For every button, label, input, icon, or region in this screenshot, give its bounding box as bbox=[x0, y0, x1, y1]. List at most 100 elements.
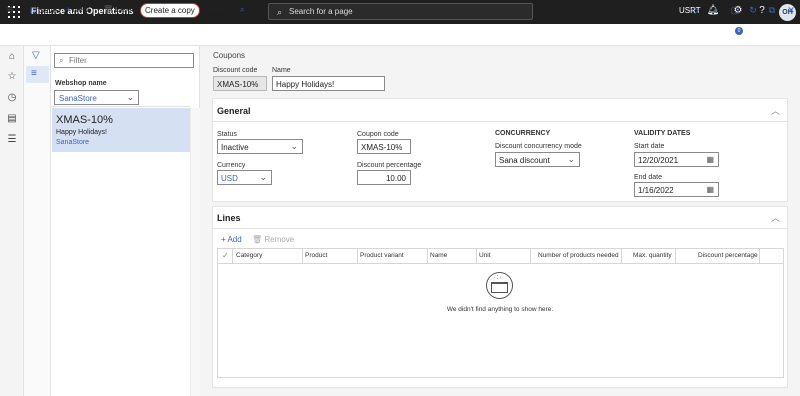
remove-label: Remove bbox=[264, 235, 295, 244]
divider bbox=[212, 228, 788, 229]
column-separator bbox=[302, 249, 303, 264]
office-icon[interactable]: ◐ bbox=[710, 5, 722, 15]
calendar-icon[interactable]: ▦ bbox=[706, 155, 714, 164]
search-box[interactable]: ⌕ Search for a page bbox=[268, 3, 533, 20]
currency-value: USD bbox=[221, 174, 238, 183]
lines-header[interactable]: Lines bbox=[217, 213, 241, 223]
column-separator bbox=[759, 249, 760, 264]
empty-box-icon bbox=[491, 282, 508, 293]
column-header[interactable]: Max. quantity bbox=[633, 252, 672, 259]
workspace-icon[interactable]: ▤ bbox=[5, 113, 19, 124]
column-separator bbox=[621, 249, 622, 264]
close-icon[interactable]: ✕ bbox=[785, 5, 797, 16]
discount-percentage-label: Discount percentage bbox=[357, 162, 422, 169]
currency-select[interactable]: USD ⌄ bbox=[217, 170, 272, 185]
coupon-code-field[interactable]: XMAS-10% bbox=[357, 139, 411, 154]
column-separator bbox=[427, 249, 428, 264]
column-header[interactable]: Category bbox=[236, 252, 262, 259]
list-item-code: XMAS-10% bbox=[56, 114, 113, 126]
status-label: Status bbox=[217, 131, 237, 138]
discount-percentage-field[interactable]: 10.00 bbox=[357, 170, 411, 185]
attachment-count-badge: 0 bbox=[735, 27, 743, 35]
concurrency-mode-label: Discount concurrency mode bbox=[495, 143, 582, 150]
filter-icon[interactable]: ▽ bbox=[32, 50, 40, 61]
search-icon[interactable]: ⌕ bbox=[240, 5, 244, 15]
plus-icon: + bbox=[66, 5, 71, 14]
list-scrollbar[interactable] bbox=[190, 108, 200, 396]
column-header[interactable]: Name bbox=[430, 252, 447, 259]
concurrency-mode-select[interactable]: Sana discount ⌄ bbox=[495, 152, 580, 167]
hamburger-icon[interactable]: ≡ bbox=[7, 4, 13, 16]
webshop-value: SanaStore bbox=[59, 94, 97, 103]
list-item-shop[interactable]: SanaStore bbox=[56, 139, 89, 146]
end-date-field[interactable]: 1/16/2022 ▦ bbox=[634, 182, 719, 197]
status-select[interactable]: Inactive ⌄ bbox=[217, 139, 303, 154]
diamond-icon[interactable]: ◇ bbox=[689, 5, 701, 16]
main-scrollbar[interactable] bbox=[790, 46, 800, 396]
discount-code-value: XMAS-10% bbox=[217, 80, 259, 89]
column-header[interactable]: Unit bbox=[479, 252, 491, 259]
column-header[interactable]: Discount percentage bbox=[698, 252, 758, 259]
remove-line-button[interactable]: 🗑︎ Remove bbox=[252, 235, 294, 244]
list-item-name: Happy Holidays! bbox=[56, 129, 107, 136]
lines-grid bbox=[217, 248, 784, 378]
list-toolbar bbox=[24, 46, 51, 396]
section-caption: Coupons bbox=[213, 51, 246, 60]
empty-state-message: We didn't find anything to show here. bbox=[446, 306, 554, 313]
start-date-label: Start date bbox=[634, 143, 665, 150]
general-header[interactable]: General bbox=[217, 106, 251, 116]
start-date-field[interactable]: 12/20/2021 ▦ bbox=[634, 152, 719, 167]
discount-percentage-value: 10.00 bbox=[385, 174, 406, 183]
action-bar bbox=[0, 24, 800, 46]
popout-icon[interactable]: ⧉ bbox=[766, 5, 778, 16]
chevron-down-icon: ⌄ bbox=[126, 92, 134, 102]
end-date-label: End date bbox=[634, 174, 663, 181]
end-date-value: 1/16/2022 bbox=[638, 186, 674, 195]
select-all-check-icon[interactable]: ✓ bbox=[222, 251, 229, 260]
modules-icon[interactable]: ☰ bbox=[5, 134, 19, 145]
list-icon: ≡ bbox=[31, 68, 37, 79]
column-separator bbox=[476, 249, 477, 264]
clock-icon[interactable]: ◷ bbox=[5, 92, 19, 103]
attachment-icon[interactable]: ▢ bbox=[729, 5, 741, 16]
refresh-icon[interactable]: ↻ bbox=[747, 5, 759, 16]
chevron-down-icon: ⌄ bbox=[259, 172, 267, 182]
options-tab[interactable]: Options bbox=[201, 5, 229, 14]
divider bbox=[212, 121, 788, 122]
search-placeholder: Search for a page bbox=[289, 7, 353, 16]
column-header[interactable]: Product variant bbox=[360, 252, 404, 259]
column-separator bbox=[530, 249, 531, 264]
name-label: Name bbox=[272, 67, 291, 74]
column-separator bbox=[675, 249, 676, 264]
filter-placeholder: Filter bbox=[69, 56, 87, 65]
delete-button[interactable]: 🗑︎ Delete bbox=[103, 5, 138, 14]
discount-code-field: XMAS-10% bbox=[213, 76, 267, 91]
save-label: Save bbox=[38, 6, 58, 15]
name-field[interactable]: Happy Holidays! bbox=[272, 76, 385, 91]
new-label: New bbox=[72, 5, 89, 14]
status-value: Inactive bbox=[221, 143, 249, 152]
chevron-down-icon: ⌄ bbox=[290, 141, 298, 151]
delete-label: Delete bbox=[115, 5, 139, 14]
filter-input[interactable]: ⌕ Filter bbox=[54, 53, 194, 68]
chevron-up-icon[interactable]: ︿ bbox=[771, 104, 780, 117]
trash-icon: 🗑︎ bbox=[103, 5, 114, 14]
create-copy-button[interactable]: Create a copy bbox=[140, 3, 200, 18]
save-button[interactable]: 🖫︎ Save bbox=[30, 5, 57, 19]
column-header[interactable]: Number of products needed bbox=[538, 252, 619, 259]
add-line-button[interactable]: + Add bbox=[221, 235, 242, 244]
webshop-label: Webshop name bbox=[55, 80, 107, 87]
validity-heading: VALIDITY DATES bbox=[634, 130, 691, 137]
chevron-up-icon[interactable]: ︿ bbox=[771, 211, 780, 224]
calendar-icon[interactable]: ▦ bbox=[706, 185, 714, 194]
home-icon[interactable]: ⌂ bbox=[5, 51, 19, 62]
coupon-code-label: Coupon code bbox=[357, 131, 399, 138]
start-date-value: 12/20/2021 bbox=[638, 156, 679, 165]
list-view-toggle[interactable] bbox=[26, 66, 49, 83]
webshop-select[interactable]: SanaStore ⌄ bbox=[54, 90, 139, 105]
star-icon[interactable]: ☆ bbox=[5, 71, 19, 82]
new-button[interactable]: + New bbox=[66, 5, 89, 14]
name-value: Happy Holidays! bbox=[276, 80, 335, 89]
column-separator bbox=[357, 249, 358, 264]
column-header[interactable]: Product bbox=[305, 252, 327, 259]
